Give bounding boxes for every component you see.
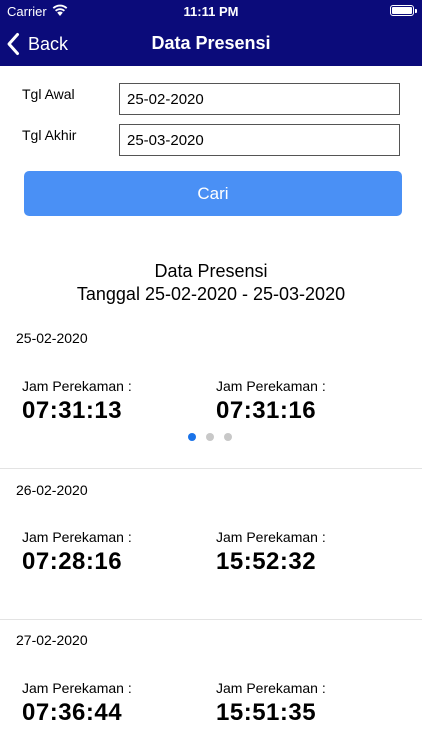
battery-icon [390, 5, 417, 16]
divider [0, 619, 422, 620]
end-date-label: Tgl Akhir [22, 127, 77, 143]
record-time: 07:31:16 [216, 397, 317, 424]
record-time: 07:28:16 [22, 548, 123, 575]
record-label: Jam Perekaman : [216, 680, 326, 696]
page-indicator[interactable] [188, 433, 232, 441]
status-bar: Carrier 11:11 PM [0, 0, 422, 22]
page-title: Data Presensi [151, 33, 271, 53]
page-dot[interactable] [206, 433, 214, 441]
navigation-bar: Carrier 11:11 PM Back Data Presensi [0, 0, 422, 66]
report-title: Data Presensi [154, 261, 268, 281]
page-dot[interactable] [224, 433, 232, 441]
record-label: Jam Perekaman : [22, 529, 132, 545]
day-date: 26-02-2020 [16, 482, 88, 498]
record-time: 15:51:35 [216, 699, 317, 726]
divider [0, 468, 422, 469]
record-time: 15:52:32 [216, 548, 317, 575]
record-time: 07:36:44 [22, 699, 123, 726]
record-time: 07:31:13 [22, 397, 123, 424]
start-date-field[interactable] [119, 83, 400, 115]
search-button[interactable]: Cari [24, 171, 402, 216]
record-label: Jam Perekaman : [216, 529, 326, 545]
page-dot[interactable] [188, 433, 196, 441]
day-date: 27-02-2020 [16, 632, 88, 648]
record-label: Jam Perekaman : [216, 378, 326, 394]
end-date-field[interactable] [119, 124, 400, 156]
status-time: 11:11 PM [183, 4, 239, 19]
record-label: Jam Perekaman : [22, 680, 132, 696]
report-date-range: Tanggal 25-02-2020 - 25-03-2020 [76, 284, 346, 304]
start-date-label: Tgl Awal [22, 86, 75, 102]
day-date: 25-02-2020 [16, 330, 88, 346]
record-label: Jam Perekaman : [22, 378, 132, 394]
